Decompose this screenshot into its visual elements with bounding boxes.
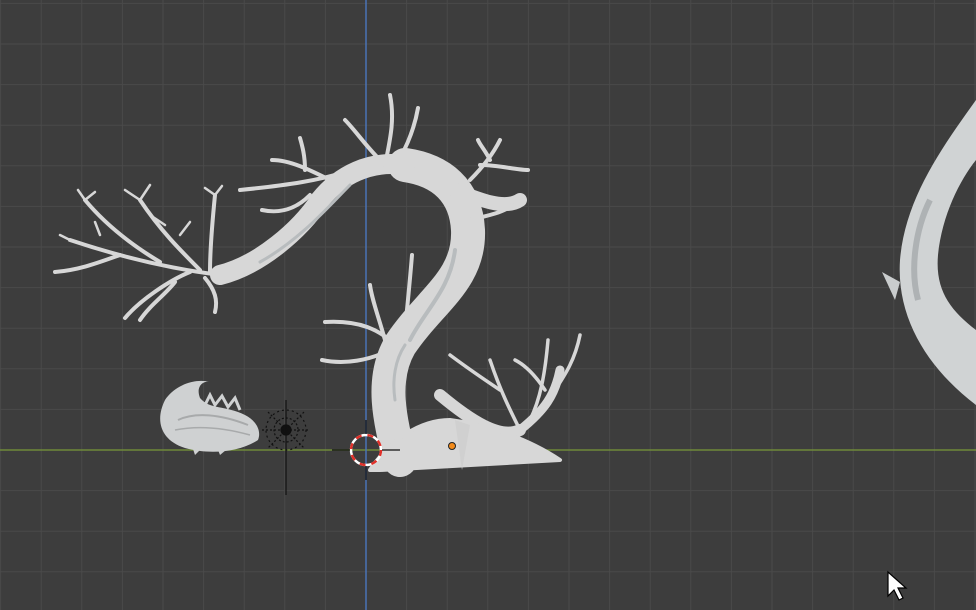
curve-mesh-object[interactable]: [882, 100, 976, 405]
3d-viewport[interactable]: [0, 0, 976, 610]
tree-mesh-object[interactable]: [53, 93, 582, 477]
sun-lamp-icon[interactable]: [262, 400, 310, 495]
mouse-pointer-icon: [887, 570, 908, 601]
viewport-grid: [0, 0, 976, 610]
object-origin-dot: [448, 442, 456, 450]
